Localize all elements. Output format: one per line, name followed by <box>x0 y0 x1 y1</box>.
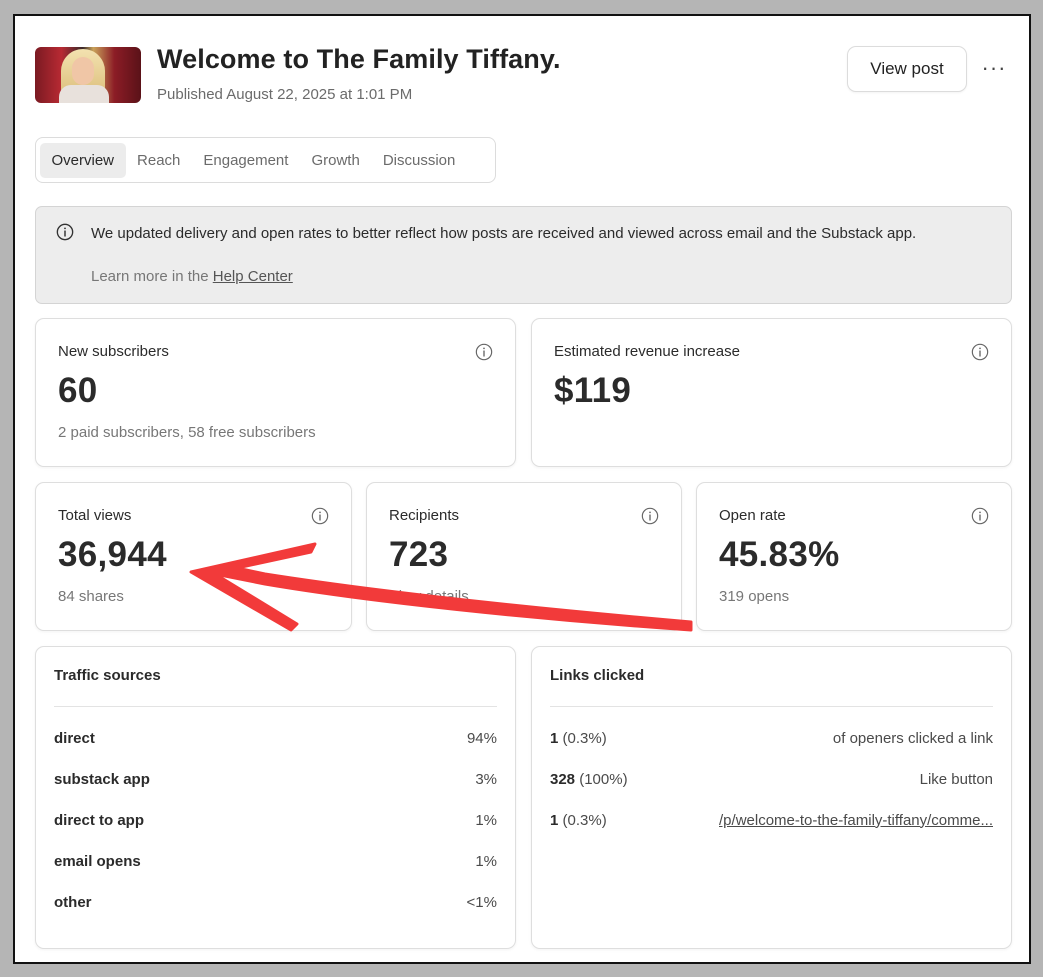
total-views-label: Total views <box>58 507 132 524</box>
recipients-label: Recipients <box>389 507 460 524</box>
link-target: /p/welcome-to-the-family-tiffany/comme..… <box>719 812 993 829</box>
info-icon[interactable] <box>971 343 989 361</box>
tab-discussion[interactable]: Discussion <box>371 143 467 178</box>
tab-engagement[interactable]: Engagement <box>192 143 300 178</box>
new-subscribers-card: New subscribers 60 2 paid subscribers, 5… <box>35 318 516 467</box>
tab-growth[interactable]: Growth <box>300 143 371 178</box>
post-title: Welcome to The Family Tiffany. <box>157 44 561 74</box>
tab-overview[interactable]: Overview <box>40 142 126 178</box>
notice-learn-more: Learn more in the Help Center <box>91 268 293 285</box>
total-views-card: Total views 36,944 84 shares <box>35 482 352 631</box>
published-date: Published August 22, 2025 at 1:01 PM <box>157 86 413 103</box>
table-row: direct 94% <box>54 727 497 749</box>
table-row: email opens 1% <box>54 850 497 872</box>
table-row: direct to app 1% <box>54 809 497 831</box>
info-icon[interactable] <box>475 343 493 361</box>
view-post-button[interactable]: View post <box>847 46 967 92</box>
delivery-notice-banner: We updated delivery and open rates to be… <box>35 206 1012 304</box>
table-row: other <1% <box>54 891 497 913</box>
traffic-source-pct: 3% <box>475 770 497 788</box>
open-rate-value: 45.83% <box>719 535 840 574</box>
recipients-card: Recipients 723 View details <box>366 482 682 631</box>
traffic-source-name: substack app <box>54 770 150 788</box>
divider <box>54 706 497 707</box>
link-target: of openers clicked a link <box>832 729 993 747</box>
traffic-sources-card: Traffic sources direct 94% substack app … <box>35 646 516 949</box>
traffic-source-pct: 1% <box>475 852 497 870</box>
open-rate-opens: 319 opens <box>719 588 790 605</box>
open-rate-label: Open rate <box>719 507 786 524</box>
notice-message: We updated delivery and open rates to be… <box>91 225 917 242</box>
link-count: 1 (0.3%) <box>550 811 607 829</box>
new-subscribers-label: New subscribers <box>58 343 169 360</box>
recipients-view-details-link[interactable]: View details <box>389 588 469 605</box>
link-count: 1 (0.3%) <box>550 729 607 747</box>
links-clicked-title: Links clicked <box>550 667 645 684</box>
info-icon <box>56 223 74 241</box>
info-icon[interactable] <box>311 507 329 525</box>
link-target: Like button <box>919 770 993 788</box>
traffic-source-name: other <box>54 893 92 911</box>
total-views-value: 36,944 <box>58 535 167 574</box>
traffic-source-pct: <1% <box>466 893 497 911</box>
help-center-link[interactable]: Help Center <box>213 268 293 285</box>
links-clicked-card: Links clicked 1 (0.3%) of openers clicke… <box>531 646 1012 949</box>
table-row: 1 (0.3%) of openers clicked a link <box>550 727 993 749</box>
total-views-shares: 84 shares <box>58 588 124 605</box>
table-row: 328 (100%) Like button <box>550 768 993 790</box>
traffic-source-name: email opens <box>54 852 141 870</box>
traffic-source-name: direct <box>54 729 95 747</box>
new-subscribers-value: 60 <box>58 371 98 410</box>
link-count: 328 (100%) <box>550 770 628 788</box>
table-row: substack app 3% <box>54 768 497 790</box>
traffic-source-pct: 1% <box>475 811 497 829</box>
tab-reach[interactable]: Reach <box>126 143 192 178</box>
info-icon[interactable] <box>971 507 989 525</box>
traffic-sources-title: Traffic sources <box>54 667 161 684</box>
revenue-card: Estimated revenue increase $119 <box>531 318 1012 467</box>
table-row: 1 (0.3%) /p/welcome-to-the-family-tiffan… <box>550 809 993 831</box>
new-subscribers-breakdown: 2 paid subscribers, 58 free subscribers <box>58 424 316 441</box>
recipients-value: 723 <box>389 535 449 574</box>
traffic-source-pct: 94% <box>466 729 497 747</box>
traffic-source-name: direct to app <box>54 811 145 829</box>
open-rate-card: Open rate 45.83% 319 opens <box>696 482 1012 631</box>
ellipsis-icon[interactable]: ··· <box>981 54 1007 82</box>
link-url[interactable]: /p/welcome-to-the-family-tiffany/comme..… <box>719 812 993 829</box>
revenue-value: $119 <box>554 371 632 410</box>
info-icon[interactable] <box>641 507 659 525</box>
post-stats-panel: Welcome to The Family Tiffany. Published… <box>13 14 1031 964</box>
stats-tabs: Overview Reach Engagement Growth Discuss… <box>35 137 496 183</box>
post-thumbnail[interactable] <box>35 47 141 103</box>
divider <box>550 706 993 707</box>
revenue-label: Estimated revenue increase <box>554 343 740 360</box>
learn-more-prefix: Learn more in the <box>91 268 209 285</box>
